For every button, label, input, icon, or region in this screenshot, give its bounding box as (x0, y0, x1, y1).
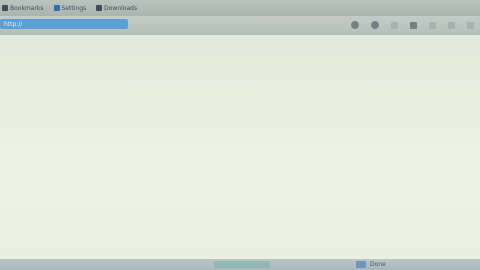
menu-icon[interactable] (429, 21, 436, 29)
tab-bookmarks[interactable]: Bookmarks (2, 5, 44, 12)
more-icon[interactable] (448, 21, 455, 29)
reload-icon[interactable] (351, 21, 359, 29)
page-content[interactable] (0, 35, 480, 259)
tab-settings[interactable]: Settings (53, 4, 87, 12)
home-icon[interactable] (371, 21, 379, 29)
tab-bar: Bookmarks Settings Downloads (0, 0, 480, 16)
tab-label: Downloads (104, 4, 138, 12)
status-text: Done (370, 261, 386, 268)
download-icon (96, 5, 103, 11)
toolbar-icons (351, 18, 474, 32)
status-indicator-icon (356, 261, 366, 268)
tab-label: Bookmarks (10, 4, 44, 12)
tab-downloads[interactable]: Downloads (96, 5, 137, 12)
status-bar: Done (0, 259, 480, 270)
settings-icon (53, 5, 60, 11)
bookmark-icon (2, 5, 8, 11)
tab-label: Settings (61, 4, 87, 12)
status-segment (214, 261, 270, 268)
back-icon[interactable] (391, 21, 398, 29)
address-input[interactable]: http:// (4, 21, 22, 28)
address-bar[interactable]: http:// (0, 19, 128, 29)
forward-icon[interactable] (410, 21, 417, 29)
close-icon[interactable] (467, 21, 474, 29)
